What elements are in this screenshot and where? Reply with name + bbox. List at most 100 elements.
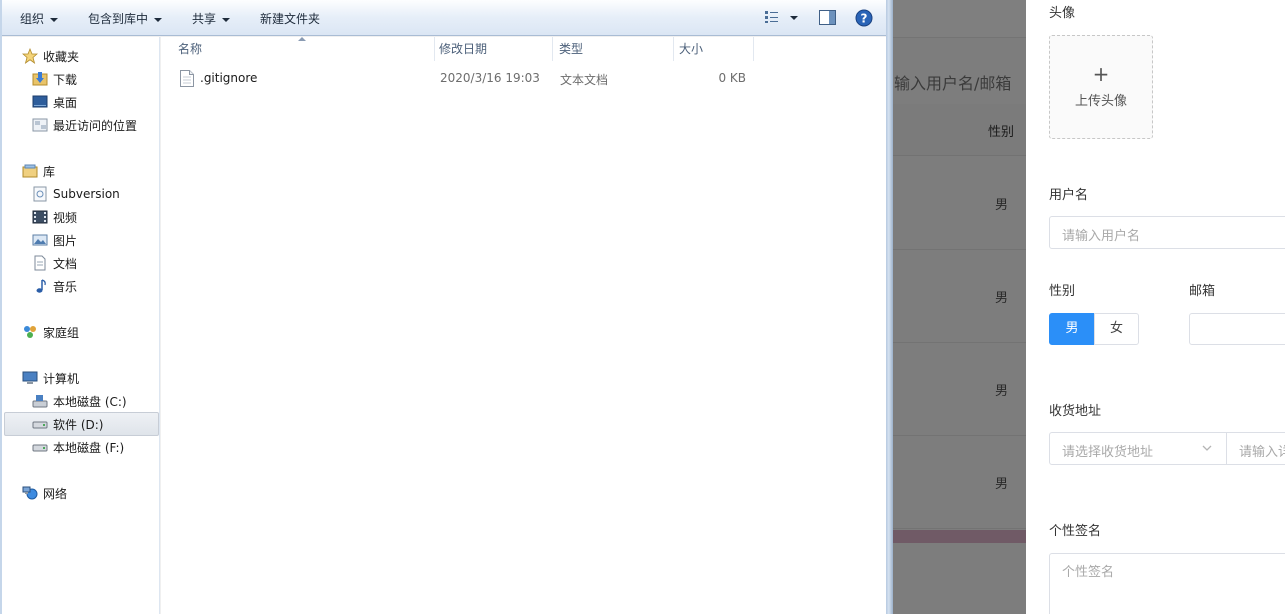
view-options-icon[interactable] [764,10,780,24]
system-drive-icon [32,395,48,408]
share-label: 共享 [192,12,217,26]
file-type: 文本文档 [560,73,609,87]
nav-desktop-label: 桌面 [53,95,78,110]
network-icon [22,486,38,500]
nav-subversion[interactable]: Subversion [32,183,120,205]
svg-text:?: ? [861,12,868,26]
gender-cell: 男 [994,198,1008,213]
documents-icon [34,255,46,271]
file-name: .gitignore [200,71,258,85]
nav-drive-f-label: 本地磁盘 (F:) [53,440,125,455]
gender-cell: 男 [994,384,1008,399]
nav-computer-label: 计算机 [43,371,80,386]
pictures-icon [32,234,48,246]
nav-drive-c[interactable]: 本地磁盘 (C:) [32,390,127,412]
nav-libraries-label: 库 [43,164,56,179]
address-detail-input[interactable]: 请输入详细地址 [1226,432,1285,465]
window-right-border[interactable] [886,0,893,614]
gender-cell: 男 [994,291,1008,306]
include-in-library-label: 包含到库中 [88,12,149,26]
computer-icon [22,371,38,384]
nav-recent-places-label: 最近访问的位置 [53,118,138,133]
dropdown-arrow-icon [222,17,231,22]
nav-drive-c-label: 本地磁盘 (C:) [53,394,127,409]
desktop-icon [32,95,48,108]
music-icon [36,279,46,293]
gender-male-button[interactable]: 男 [1049,313,1095,345]
nav-computer[interactable]: 计算机 [22,367,79,389]
table-row: 男 [886,436,1026,529]
preview-pane-icon[interactable] [819,10,836,25]
dropdown-arrow-icon [50,17,59,22]
nav-music[interactable]: 音乐 [32,275,77,297]
file-size: 0 KB [718,71,746,85]
nav-drive-d[interactable]: 软件 (D:) [4,412,159,436]
downloads-folder-icon [32,72,48,86]
email-input[interactable] [1189,313,1285,345]
nav-documents[interactable]: 文档 [32,252,77,274]
view-dropdown-arrow-icon[interactable] [790,16,798,21]
username-label: 用户名 [1049,188,1089,203]
include-in-library-menu[interactable]: 包含到库中 [88,0,163,36]
file-row[interactable]: .gitignore 2020/3/16 19:03 文本文档 0 KB [161,37,761,97]
background-table-header: 性别 [886,104,1026,156]
avatar-label: 头像 [1049,6,1076,21]
nav-drive-f[interactable]: 本地磁盘 (F:) [32,436,124,458]
email-label: 邮箱 [1189,284,1216,299]
dropdown-arrow-icon [154,17,163,22]
libraries-icon [22,164,38,178]
nav-videos[interactable]: 视频 [32,206,77,228]
share-menu[interactable]: 共享 [192,0,231,36]
plus-icon: + [1092,62,1110,86]
drive-icon [32,444,48,452]
gender-female-button[interactable]: 女 [1094,313,1139,345]
address-select[interactable]: 请选择收货地址 [1049,432,1227,465]
nav-homegroup-label: 家庭组 [43,325,80,340]
organize-menu[interactable]: 组织 [20,0,59,36]
nav-favorites[interactable]: 收藏夹 [22,45,79,67]
nav-videos-label: 视频 [53,210,78,225]
text-file-icon [180,70,194,87]
nav-pictures-label: 图片 [53,233,78,248]
username-input[interactable]: 请输入用户名 [1049,216,1285,249]
nav-network[interactable]: 网络 [22,482,67,504]
nav-pictures[interactable]: 图片 [32,229,77,251]
new-folder-button[interactable]: 新建文件夹 [260,0,320,36]
background-gender-header: 性别 [987,125,1014,140]
nav-favorites-label: 收藏夹 [43,49,80,64]
table-row: 男 [886,157,1026,250]
gender-label: 性别 [1049,284,1076,299]
nav-drive-d-label: 软件 (D:) [53,417,104,432]
background-page: 输入用户名/邮箱 性别 男 男 男 男 [886,0,1026,614]
address-label: 收货地址 [1049,404,1102,419]
nav-downloads[interactable]: 下载 [32,68,77,90]
subversion-library-icon [33,186,47,202]
table-row: 男 [886,250,1026,343]
signature-textarea[interactable] [1049,553,1285,614]
nav-network-label: 网络 [43,486,68,501]
upload-avatar-text: 上传头像 [1074,94,1127,109]
navigation-pane: 收藏夹 下载 桌面 最近访问的位置 库 Subversion 视频 图片 文档 … [2,37,160,614]
nav-downloads-label: 下载 [53,72,78,87]
file-list-pane: 名称 修改日期 类型 大小 .gitignore 2020/3/16 19:03… [161,37,886,614]
avatar-upload[interactable]: + 上传头像 [1049,35,1153,139]
homegroup-icon [24,326,36,338]
videos-icon [32,210,48,224]
file-modified: 2020/3/16 19:03 [440,71,540,85]
nav-recent-places[interactable]: 最近访问的位置 [32,114,137,136]
nav-subversion-label: Subversion [53,187,120,201]
user-edit-drawer: 头像 + 上传头像 用户名 请输入用户名 性别 男 女 邮箱 收货地址 请选择收… [1026,0,1285,614]
star-icon [22,48,38,64]
gender-cell: 男 [994,477,1008,492]
command-bar: 组织 包含到库中 共享 新建文件夹 ? [2,0,886,36]
address-select-placeholder: 请选择收货地址 [1062,445,1154,460]
background-header-band [886,0,1026,38]
nav-documents-label: 文档 [53,256,78,271]
background-search-input: 输入用户名/邮箱 [894,74,1012,93]
drive-icon [32,421,48,429]
nav-libraries[interactable]: 库 [22,160,55,182]
nav-homegroup[interactable]: 家庭组 [22,321,79,343]
chevron-down-icon [1202,445,1212,451]
nav-desktop[interactable]: 桌面 [32,91,77,113]
help-icon[interactable]: ? [855,9,873,27]
